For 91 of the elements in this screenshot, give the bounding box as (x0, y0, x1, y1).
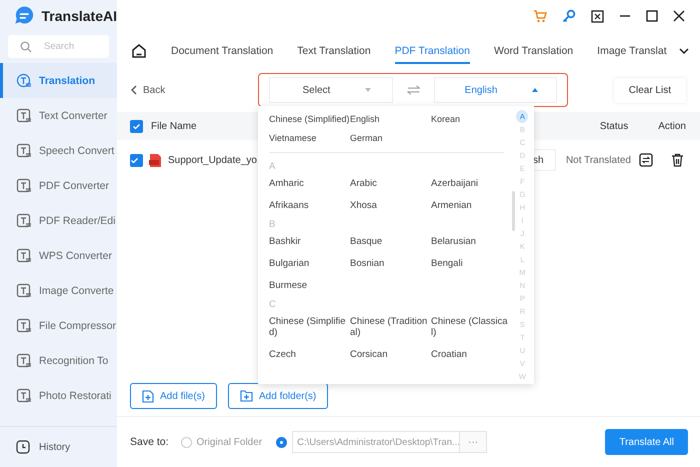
language-option[interactable]: Amharic (269, 178, 350, 189)
tool-icon (16, 248, 32, 264)
caret-icon (365, 88, 372, 92)
tool-icon (16, 142, 32, 158)
translate-all-button[interactable]: Translate All (605, 429, 688, 455)
column-header: Action (658, 120, 686, 132)
folder-plus-icon (240, 390, 254, 402)
group-letter: B (269, 219, 276, 230)
column-header: File Name (151, 120, 197, 132)
language-option[interactable]: Bashkir (269, 236, 350, 247)
sidebar-item[interactable]: Image Converte (0, 273, 117, 308)
language-option[interactable]: English (350, 114, 431, 124)
checkbox[interactable] (130, 120, 143, 132)
language-option[interactable]: Bosnian (350, 258, 431, 269)
language-option[interactable]: German (350, 133, 431, 143)
app-title: TranslateAI (42, 8, 117, 24)
home-icon[interactable] (131, 43, 147, 59)
tab[interactable]: Word Translation (494, 40, 574, 64)
sidebar-item[interactable]: Photo Restorati (0, 378, 117, 413)
chevron-left-icon (130, 85, 138, 95)
checkbox[interactable] (130, 154, 143, 166)
tab[interactable]: Image Translat (597, 40, 667, 64)
tool-icon (16, 282, 32, 298)
language-option[interactable]: Vietnamese (269, 133, 350, 143)
language-option[interactable]: Chinese (Simplified) (269, 316, 350, 338)
pdf-file-icon (149, 152, 162, 168)
key-icon[interactable] (562, 9, 576, 23)
language-option[interactable]: Afrikaans (269, 200, 350, 211)
tool-icon (16, 108, 32, 124)
sidebar-item[interactable]: PDF Converter (0, 168, 117, 203)
language-option[interactable]: Arabic (350, 178, 431, 189)
sidebar-item[interactable]: Speech Convert (0, 133, 117, 168)
tool-icon (16, 212, 32, 228)
source-language-select[interactable]: Select (269, 77, 393, 103)
tab[interactable]: Document Translation (171, 40, 274, 64)
add-files-button[interactable]: Add file(s) (130, 383, 218, 409)
group-letter: C (269, 299, 277, 310)
language-option[interactable]: Armenian (431, 200, 512, 211)
file-name: Support_Update_yo. (168, 154, 260, 166)
language-option[interactable]: Burmese (269, 280, 350, 291)
close-icon[interactable] (673, 10, 685, 22)
file-plus-icon (142, 390, 154, 402)
clear-list-button[interactable]: Clear List (614, 78, 686, 102)
language-option[interactable]: Chinese (Classical) (431, 316, 512, 338)
radio-label: Original Folder (196, 436, 262, 448)
sidebar-item[interactable]: Text Converter (0, 98, 117, 133)
language-option[interactable]: Croatian (431, 349, 512, 360)
caret-icon (532, 88, 538, 92)
back-button[interactable]: Back (130, 84, 166, 96)
tool-icon (16, 72, 32, 88)
history-icon (15, 439, 31, 455)
language-option[interactable]: Xhosa (350, 200, 431, 211)
tab[interactable]: Text Translation (297, 40, 371, 64)
sidebar-item[interactable]: File Compressor (0, 308, 117, 343)
column-header: Status (600, 120, 628, 132)
search-input[interactable]: Search (42, 40, 106, 53)
check-icon (130, 156, 139, 164)
tool-icon (16, 388, 32, 404)
search-field[interactable]: Search (8, 35, 109, 58)
status-text: Not Translated (566, 154, 631, 166)
target-language-select[interactable]: English (434, 77, 558, 103)
trash-icon[interactable] (671, 153, 684, 167)
maximize-icon[interactable] (646, 10, 658, 22)
check-icon (132, 122, 141, 130)
language-option[interactable]: Bengali (431, 258, 512, 269)
language-option[interactable]: Chinese (Simplified) (269, 114, 350, 124)
sidebar-item[interactable]: Translation (0, 63, 117, 98)
language-option[interactable]: Basque (350, 236, 431, 247)
language-option[interactable]: Czech (269, 349, 350, 360)
expand-icon[interactable] (591, 10, 604, 22)
tool-icon (16, 318, 32, 334)
language-option[interactable]: Corsican (350, 349, 431, 360)
tool-icon (16, 352, 32, 368)
sidebar-item[interactable]: Recognition To (0, 343, 117, 378)
translate-icon[interactable] (639, 153, 653, 167)
radio-button[interactable] (276, 436, 288, 448)
save-to-label: Save to: (130, 436, 169, 448)
radio-button[interactable] (180, 436, 192, 448)
language-option[interactable]: Bulgarian (269, 258, 350, 269)
swap-icon[interactable] (406, 85, 420, 95)
group-letter: A (269, 161, 276, 172)
language-option[interactable]: Chinese (Traditional) (350, 316, 431, 338)
sidebar-item[interactable]: PDF Reader/Edi (0, 203, 117, 238)
language-option[interactable]: Belarusian (431, 236, 512, 247)
tab[interactable]: PDF Translation (394, 40, 470, 64)
scrollbar[interactable] (512, 191, 515, 231)
language-option[interactable]: Korean (431, 114, 512, 124)
language-option[interactable]: Azerbaijani (431, 178, 512, 189)
search-icon (20, 40, 32, 52)
tool-icon (16, 178, 32, 194)
sidebar-item[interactable]: WPS Converter (0, 238, 117, 273)
